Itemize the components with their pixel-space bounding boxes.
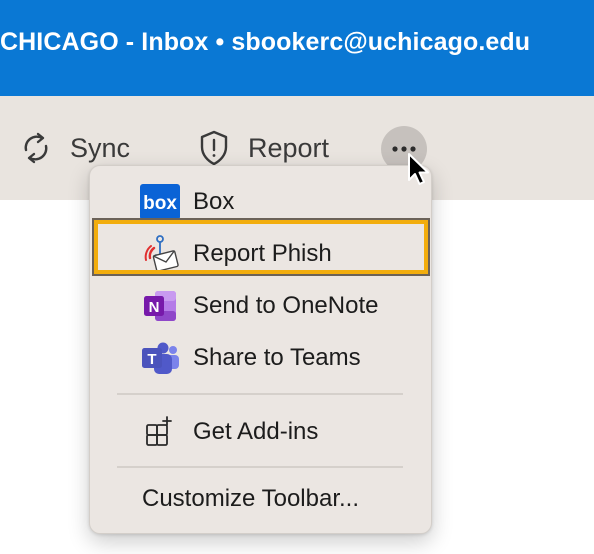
shield-alert-icon: [198, 129, 230, 167]
menu-item-teams[interactable]: T Share to Teams: [90, 336, 431, 380]
box-icon: box: [140, 184, 180, 220]
teams-icon: T: [140, 340, 180, 376]
window-title: CHICAGO - Inbox • sbookerc@uchicago.edu: [0, 28, 531, 56]
menu-separator: [117, 393, 403, 395]
box-logo-text: box: [143, 193, 177, 214]
menu-item-get-add-ins[interactable]: Get Add-ins: [90, 410, 431, 454]
report-phish-highlight: [94, 220, 428, 274]
menu-item-label: Get Add-ins: [193, 418, 319, 445]
report-button[interactable]: Report: [198, 128, 329, 168]
report-label: Report: [248, 132, 330, 163]
sync-label: Sync: [70, 132, 131, 163]
customize-toolbar-item[interactable]: Customize Toolbar...: [142, 485, 359, 513]
svg-text:T: T: [147, 351, 156, 368]
onenote-icon: N: [140, 288, 180, 324]
menu-item-label: Send to OneNote: [193, 292, 379, 319]
sync-button[interactable]: Sync: [20, 128, 130, 168]
menu-item-label: Share to Teams: [193, 344, 361, 371]
menu-separator: [117, 466, 403, 468]
window-titlebar: CHICAGO - Inbox • sbookerc@uchicago.edu: [0, 0, 594, 96]
menu-item-onenote[interactable]: N Send to OneNote: [90, 284, 431, 328]
sync-icon: [20, 130, 52, 166]
menu-item-box[interactable]: box Box: [90, 180, 431, 224]
svg-text:N: N: [149, 299, 160, 316]
add-ins-icon: [140, 414, 180, 450]
mouse-cursor-icon: [407, 152, 433, 188]
menu-item-label: Box: [193, 188, 235, 215]
